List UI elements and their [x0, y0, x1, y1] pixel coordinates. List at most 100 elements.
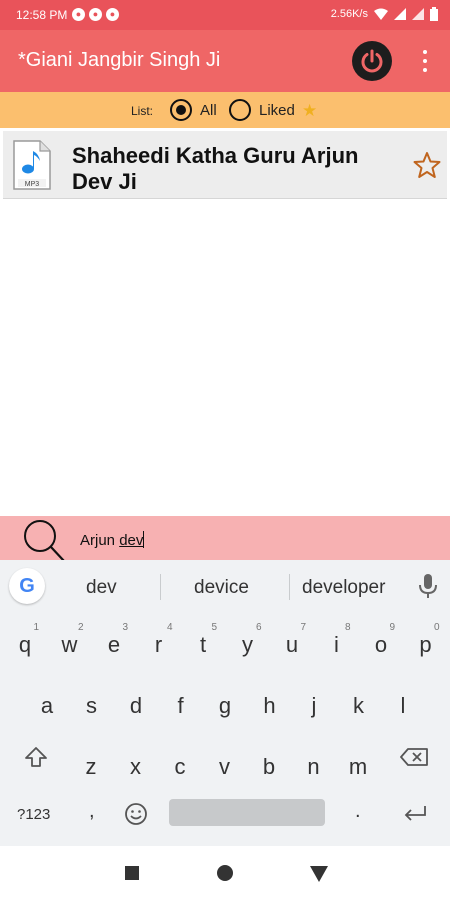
- suggestion-strip: G dev device developer: [0, 560, 450, 612]
- key-z[interactable]: z: [71, 742, 111, 794]
- list-filter-label: List:: [131, 104, 154, 118]
- key-number-hint: 4: [166, 622, 173, 633]
- key-label: i: [334, 632, 339, 657]
- app-bar: *Giani Jangbir Singh Ji: [0, 30, 450, 92]
- key-number-hint: 6: [255, 622, 262, 633]
- key-label: q: [18, 632, 32, 657]
- text-cursor: [143, 531, 145, 548]
- mic-icon[interactable]: [419, 574, 437, 598]
- key-v[interactable]: v: [205, 742, 245, 794]
- battery-icon: [430, 7, 438, 21]
- key-s[interactable]: s: [72, 681, 112, 733]
- key-w[interactable]: w2: [50, 620, 90, 672]
- radio-liked[interactable]: [229, 99, 251, 121]
- key-label: w: [61, 632, 78, 657]
- comma-key[interactable]: ,: [89, 800, 95, 823]
- status-time: 12:58 PM: [16, 8, 68, 22]
- suggestion-divider: [160, 574, 161, 600]
- back-icon[interactable]: [310, 866, 328, 882]
- key-d[interactable]: d: [116, 681, 156, 733]
- key-label: u: [285, 632, 299, 657]
- key-label: m: [348, 754, 368, 779]
- key-label: l: [400, 693, 406, 718]
- google-icon[interactable]: G: [9, 568, 45, 604]
- key-label: n: [307, 754, 320, 779]
- svg-text:MP3: MP3: [25, 181, 40, 188]
- search-input[interactable]: Arjun dev: [80, 531, 145, 549]
- signal-lte-icon: [412, 8, 424, 20]
- key-m[interactable]: m: [338, 742, 378, 794]
- suggestion-1[interactable]: dev: [86, 577, 117, 599]
- key-u[interactable]: u7: [272, 620, 312, 672]
- radio-all-label[interactable]: All: [200, 102, 217, 119]
- key-x[interactable]: x: [116, 742, 156, 794]
- symbols-key[interactable]: ?123: [17, 806, 50, 823]
- key-g[interactable]: g: [205, 681, 245, 733]
- key-y[interactable]: y6: [228, 620, 268, 672]
- key-e[interactable]: e3: [94, 620, 134, 672]
- radio-liked-label[interactable]: Liked: [259, 102, 295, 119]
- key-b[interactable]: b: [249, 742, 289, 794]
- power-icon: [361, 49, 383, 73]
- key-k[interactable]: k: [339, 681, 379, 733]
- key-label: c: [174, 754, 186, 779]
- notification-icon: ●: [106, 8, 119, 21]
- key-n[interactable]: n: [294, 742, 334, 794]
- key-p[interactable]: p0: [406, 620, 446, 672]
- key-number-hint: 0: [433, 622, 440, 633]
- key-a[interactable]: a: [27, 681, 67, 733]
- key-label: s: [86, 693, 97, 718]
- period-key[interactable]: .: [355, 800, 361, 823]
- more-vert-icon[interactable]: [414, 48, 436, 74]
- power-button[interactable]: [352, 41, 392, 81]
- key-l[interactable]: l: [383, 681, 423, 733]
- suggestion-divider: [289, 574, 290, 600]
- key-r[interactable]: r4: [139, 620, 179, 672]
- star-icon: ★: [302, 101, 318, 120]
- key-label: x: [130, 754, 141, 779]
- key-number-hint: 9: [389, 622, 395, 633]
- soft-keyboard: G dev device developer ?123 , . q1w2e3r4…: [0, 560, 450, 846]
- key-label: a: [40, 693, 54, 718]
- radio-all[interactable]: [170, 99, 192, 121]
- search-icon[interactable]: [18, 518, 66, 562]
- key-label: v: [219, 754, 230, 779]
- notification-icon: ●: [72, 8, 85, 21]
- key-label: p: [419, 632, 432, 657]
- key-c[interactable]: c: [160, 742, 200, 794]
- key-f[interactable]: f: [161, 681, 201, 733]
- backspace-icon[interactable]: [400, 748, 428, 766]
- suggestion-3[interactable]: developer: [302, 577, 385, 599]
- key-h[interactable]: h: [250, 681, 290, 733]
- key-o[interactable]: o9: [361, 620, 401, 672]
- key-label: y: [242, 632, 253, 657]
- key-number-hint: 8: [344, 622, 351, 633]
- key-i[interactable]: i8: [317, 620, 357, 672]
- key-number-hint: 5: [211, 622, 217, 633]
- space-key[interactable]: [169, 799, 325, 826]
- status-right: 2.56K/s: [331, 7, 438, 21]
- key-j[interactable]: j: [294, 681, 334, 733]
- key-number-hint: 3: [122, 622, 128, 633]
- wifi-icon: [374, 8, 388, 20]
- key-label: b: [262, 754, 276, 779]
- key-label: o: [374, 632, 388, 657]
- search-query-text: Arjun: [80, 532, 120, 549]
- shift-icon[interactable]: [24, 746, 48, 768]
- key-label: d: [129, 693, 143, 718]
- emoji-icon[interactable]: [124, 802, 148, 826]
- home-icon[interactable]: [217, 865, 233, 881]
- enter-icon[interactable]: [402, 804, 428, 824]
- search-bar: Arjun dev: [0, 516, 450, 562]
- list-item[interactable]: MP3 Shaheedi Katha Guru Arjun Dev Ji: [3, 131, 447, 199]
- recents-icon[interactable]: [125, 866, 139, 880]
- key-q[interactable]: q1: [5, 620, 45, 672]
- favorite-star-icon[interactable]: [413, 151, 441, 179]
- key-t[interactable]: t5: [183, 620, 223, 672]
- key-label: k: [353, 693, 364, 718]
- suggestion-2[interactable]: device: [194, 577, 249, 599]
- system-nav-bar: [0, 846, 450, 900]
- track-list: MP3 Shaheedi Katha Guru Arjun Dev Ji: [0, 128, 450, 570]
- key-label: j: [311, 693, 317, 718]
- key-number-hint: 1: [33, 622, 39, 633]
